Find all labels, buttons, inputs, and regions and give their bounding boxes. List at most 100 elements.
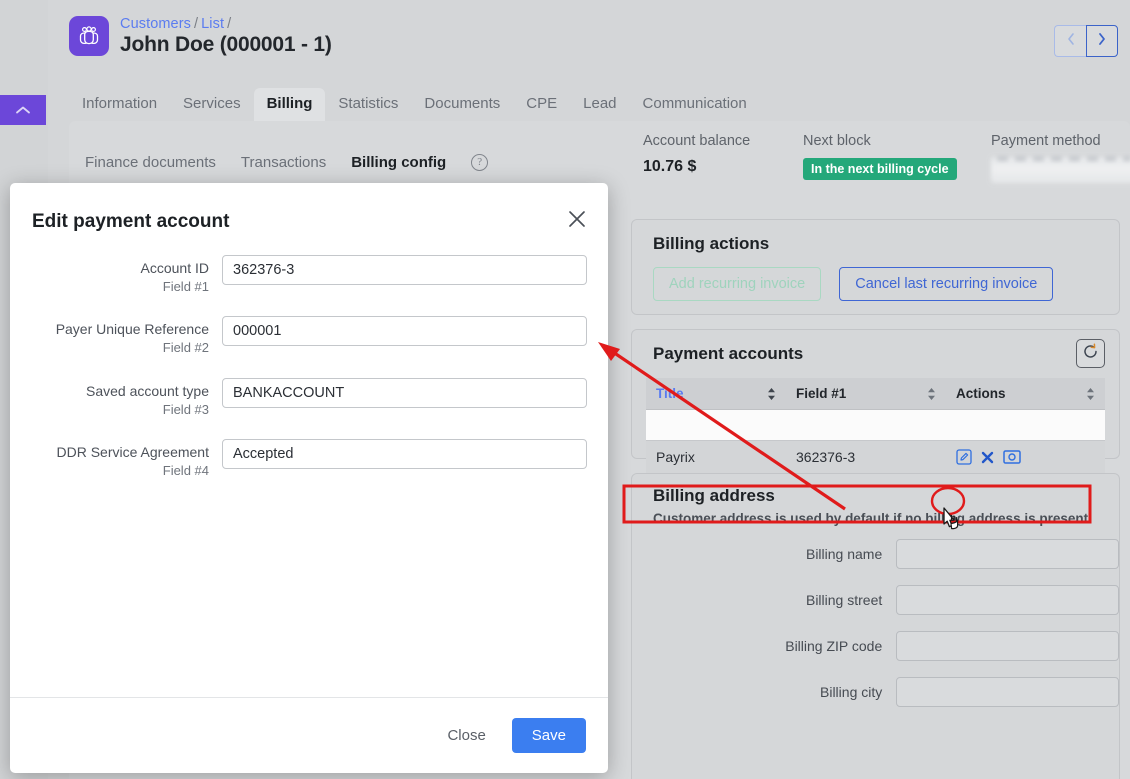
field-row-payer-unique-reference: Payer Unique Reference Field #2	[10, 316, 608, 356]
column-header-field1[interactable]: Field #1	[786, 378, 946, 409]
billing-actions-title: Billing actions	[653, 234, 770, 253]
field-labels-saved-account-type: Saved account type Field #3	[10, 378, 222, 418]
modal-footer: Close Save	[10, 697, 608, 773]
billing-name-row: Billing name	[632, 539, 1119, 569]
main-tabs: Information Services Billing Statistics …	[48, 88, 1130, 121]
next-block-label: Next block	[803, 133, 871, 149]
cell-field1: 362376-3	[796, 449, 856, 465]
close-button[interactable]: Close	[437, 719, 495, 752]
save-button[interactable]: Save	[511, 718, 586, 753]
billing-city-row: Billing city	[632, 677, 1119, 707]
breadcrumb-list[interactable]: List	[201, 16, 224, 32]
money-icon[interactable]	[1003, 450, 1021, 464]
column-header-actions-label: Actions	[956, 386, 1006, 401]
payer-unique-reference-input[interactable]	[222, 316, 587, 347]
payer-unique-reference-sublabel: Field #2	[162, 340, 209, 356]
column-header-actions[interactable]: Actions	[946, 378, 1105, 409]
next-record-button[interactable]	[1086, 25, 1118, 57]
ddr-service-agreement-sublabel: Field #4	[162, 463, 209, 479]
modal-body: Account ID Field #1 Payer Unique Referen…	[10, 255, 608, 697]
payer-unique-reference-label: Payer Unique Reference	[55, 321, 209, 338]
account-id-sublabel: Field #1	[162, 278, 209, 294]
tab-lead[interactable]: Lead	[570, 88, 629, 121]
sort-icon	[1086, 387, 1095, 401]
tab-billing[interactable]: Billing	[253, 88, 326, 121]
field-labels-ddr-service-agreement: DDR Service Agreement Field #4	[10, 439, 222, 479]
close-icon	[567, 209, 587, 234]
tab-services[interactable]: Services	[170, 88, 254, 121]
subtab-billing-config[interactable]: Billing config	[351, 154, 446, 171]
add-recurring-invoice-button[interactable]: Add recurring invoice	[653, 267, 822, 301]
modal-close-button[interactable]	[564, 208, 590, 234]
field-row-saved-account-type: Saved account type Field #3	[10, 377, 608, 418]
ddr-service-agreement-label: DDR Service Agreement	[56, 444, 209, 461]
billing-zip-label: Billing ZIP code	[785, 638, 883, 654]
sidebar-collapse-button[interactable]	[0, 95, 46, 125]
billing-summary: Account balance 10.76 $ Next block In th…	[643, 133, 1130, 201]
next-block-badge: In the next billing cycle	[803, 158, 957, 180]
subtab-finance-documents[interactable]: Finance documents	[85, 154, 216, 171]
column-header-title-label: Title	[656, 386, 684, 401]
cancel-last-recurring-invoice-button[interactable]: Cancel last recurring invoice	[839, 267, 1054, 301]
chevron-left-icon	[1065, 32, 1077, 51]
account-id-input[interactable]	[222, 255, 587, 285]
tab-documents[interactable]: Documents	[411, 88, 513, 121]
refresh-payment-accounts-button[interactable]	[1076, 339, 1105, 368]
billing-zip-input[interactable]	[896, 631, 1119, 661]
sort-icon	[767, 387, 776, 401]
payment-accounts-title: Payment accounts	[653, 344, 804, 363]
customers-group-icon	[69, 16, 109, 56]
tab-cpe[interactable]: CPE	[513, 88, 570, 121]
saved-account-type-input[interactable]	[222, 377, 587, 408]
cell-title: Payrix	[656, 449, 695, 465]
tab-information[interactable]: Information	[69, 88, 170, 121]
payment-method-label: Payment method	[991, 133, 1101, 149]
edit-icon[interactable]	[956, 449, 972, 465]
cell-actions	[946, 441, 1105, 473]
summary-payment-method: Payment method	[991, 133, 1130, 183]
breadcrumb-customers[interactable]: Customers	[120, 16, 191, 32]
delete-icon[interactable]	[981, 451, 994, 464]
account-balance-label: Account balance	[643, 133, 751, 149]
modal-title: Edit payment account	[32, 211, 230, 232]
column-header-field1-label: Field #1	[796, 386, 847, 401]
sort-icon	[927, 387, 936, 401]
ddr-service-agreement-input[interactable]	[222, 439, 587, 470]
billing-city-input[interactable]	[896, 677, 1119, 707]
mouse-cursor	[938, 505, 962, 540]
help-icon[interactable]: ?	[471, 154, 489, 171]
billing-address-panel: Billing address Customer address is used…	[631, 473, 1120, 779]
saved-account-type-label: Saved account type	[86, 382, 209, 399]
billing-address-subtitle: Customer address is used by default if n…	[653, 511, 1089, 526]
billing-city-label: Billing city	[820, 684, 883, 700]
table-header-row: Title Field #1 Actions	[646, 378, 1105, 410]
account-id-label: Account ID	[140, 260, 209, 276]
field-row-ddr-service-agreement: DDR Service Agreement Field #4	[10, 439, 608, 479]
tab-statistics[interactable]: Statistics	[325, 88, 411, 121]
payment-accounts-table: Title Field #1 Actions Payrix 362376-3	[646, 378, 1105, 473]
breadcrumb-sep-1: /	[194, 16, 199, 32]
billing-address-fields: Billing name Billing street Billing ZIP …	[632, 539, 1119, 723]
field-labels-payer-unique-reference: Payer Unique Reference Field #2	[10, 316, 222, 356]
field-row-account-id: Account ID Field #1	[10, 255, 608, 295]
billing-name-input[interactable]	[896, 539, 1119, 569]
column-header-title[interactable]: Title	[646, 378, 786, 409]
field-labels-account-id: Account ID Field #1	[10, 255, 222, 295]
billing-name-label: Billing name	[805, 546, 883, 562]
billing-actions-panel: Billing actions Add recurring invoice Ca…	[631, 219, 1120, 315]
breadcrumb-sep-2: /	[227, 16, 232, 32]
tab-communication[interactable]: Communication	[630, 88, 760, 121]
billing-subtabs: Finance documents Transactions Billing c…	[85, 154, 489, 171]
payment-method-value-redacted	[991, 157, 1130, 183]
billing-street-row: Billing street	[632, 585, 1119, 615]
billing-street-input[interactable]	[896, 585, 1119, 615]
table-filter-row	[646, 410, 1105, 440]
table-row[interactable]: Payrix 362376-3	[646, 440, 1105, 473]
summary-account-balance: Account balance 10.76 $	[643, 133, 750, 176]
chevron-right-icon	[1096, 32, 1108, 51]
summary-next-block: Next block In the next billing cycle	[803, 133, 957, 180]
prev-record-button[interactable]	[1054, 25, 1086, 57]
breadcrumb: Customers / List /	[120, 16, 234, 32]
subtab-transactions[interactable]: Transactions	[241, 154, 326, 171]
page-title: John Doe (000001 - 1)	[120, 33, 332, 56]
